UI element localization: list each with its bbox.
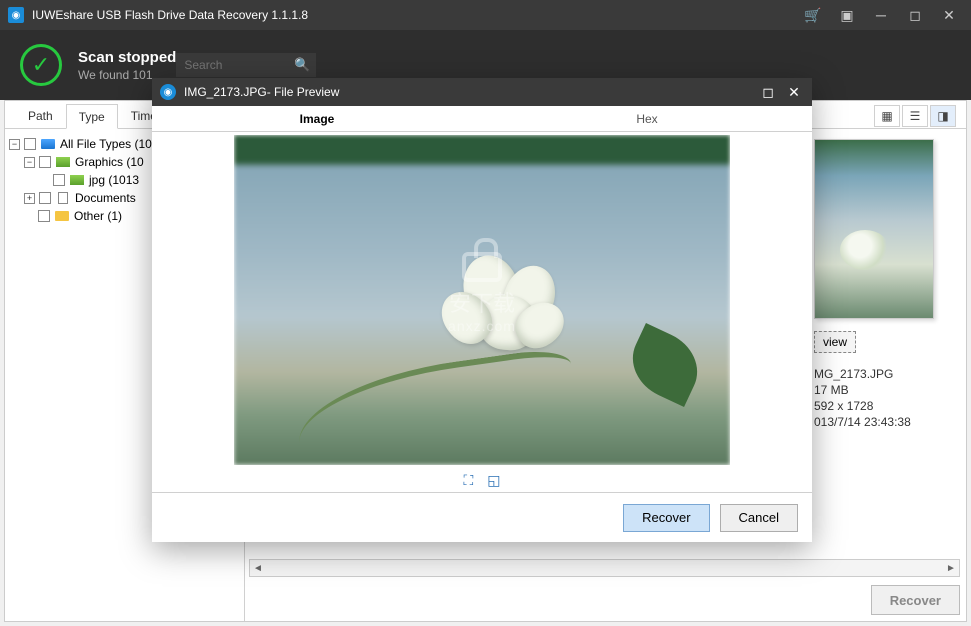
scroll-track[interactable] [266, 561, 943, 575]
dialog-close-button[interactable]: ✕ [784, 84, 804, 101]
dialog-title-bar: ◉ IMG_2173.JPG- File Preview ◻ ✕ [152, 78, 812, 106]
tab-path[interactable]: Path [15, 103, 66, 128]
preview-tabs: Image Hex [152, 106, 812, 132]
detail-filesize: 17 MB [814, 383, 958, 397]
title-bar: ◉ IUWEshare USB Flash Drive Data Recover… [0, 0, 971, 30]
scroll-left-icon[interactable]: ◄ [250, 563, 266, 574]
actual-size-icon[interactable]: ◱ [487, 472, 500, 489]
tree-other-label[interactable]: Other (1) [74, 209, 122, 223]
tab-hex[interactable]: Hex [482, 106, 812, 131]
status-title: Scan stopped [78, 49, 176, 66]
detail-datetime: 013/7/14 23:43:38 [814, 415, 958, 429]
folder-icon [54, 209, 70, 223]
monitor-icon [40, 137, 56, 151]
tree-expand-documents[interactable]: + [24, 193, 35, 204]
view-grid-button[interactable]: ▦ [874, 105, 900, 127]
app-title: IUWEshare USB Flash Drive Data Recovery … [32, 8, 805, 22]
register-icon[interactable]: ▣ [839, 7, 855, 23]
tree-collapse-graphics[interactable]: − [24, 157, 35, 168]
detail-dimensions: 592 x 1728 [814, 399, 958, 413]
horizontal-scrollbar[interactable]: ◄ ► [249, 559, 960, 577]
dialog-cancel-button[interactable]: Cancel [720, 504, 798, 532]
detail-filename: MG_2173.JPG [814, 367, 958, 381]
tree-checkbox-graphics[interactable] [39, 156, 51, 168]
search-wrap: 🔍 [176, 53, 316, 77]
maximize-button[interactable]: ◻ [907, 7, 923, 23]
view-detail-button[interactable]: ◨ [930, 105, 956, 127]
view-list-button[interactable]: ☰ [902, 105, 928, 127]
close-button[interactable]: ✕ [941, 7, 957, 23]
detail-panel: view MG_2173.JPG 17 MB 592 x 1728 013/7/… [806, 129, 966, 571]
preview-toolbar: ⛶ ◱ [152, 468, 812, 492]
tree-checkbox-jpg[interactable] [53, 174, 65, 186]
image-icon [55, 155, 71, 169]
tree-collapse-root[interactable]: − [9, 139, 20, 150]
preview-body: 安下载 anxz.com [152, 132, 812, 468]
tree-checkbox-root[interactable] [24, 138, 36, 150]
tree-checkbox-documents[interactable] [39, 192, 51, 204]
minimize-button[interactable]: ─ [873, 7, 889, 23]
dialog-maximize-button[interactable]: ◻ [758, 84, 778, 101]
dialog-footer: Recover Cancel [152, 492, 812, 542]
document-icon [55, 191, 71, 205]
tree-jpg-label[interactable]: jpg (1013 [89, 173, 139, 187]
image-icon [69, 173, 85, 187]
dialog-recover-button[interactable]: Recover [623, 504, 709, 532]
tree-root-label[interactable]: All File Types (10 [60, 137, 152, 151]
dialog-title: IMG_2173.JPG- File Preview [184, 85, 752, 99]
dialog-app-icon: ◉ [160, 84, 176, 100]
scroll-right-icon[interactable]: ► [943, 563, 959, 574]
view-mode-buttons: ▦ ☰ ◨ [874, 105, 956, 127]
tab-type[interactable]: Type [66, 104, 118, 129]
tree-graphics-label[interactable]: Graphics (10 [75, 155, 144, 169]
preview-image: 安下载 anxz.com [234, 135, 730, 465]
app-icon: ◉ [8, 7, 24, 23]
file-preview-dialog: ◉ IMG_2173.JPG- File Preview ◻ ✕ Image H… [152, 78, 812, 542]
preview-button[interactable]: view [814, 331, 856, 353]
recover-main-button[interactable]: Recover [871, 585, 960, 615]
tab-image[interactable]: Image [152, 106, 482, 131]
status-check-icon: ✓ [20, 44, 62, 86]
tree-checkbox-other[interactable] [38, 210, 50, 222]
detail-thumbnail[interactable] [814, 139, 934, 319]
cart-icon[interactable]: 🛒 [805, 7, 821, 23]
fit-to-window-icon[interactable]: ⛶ [463, 472, 473, 489]
tree-documents-label[interactable]: Documents [75, 191, 136, 205]
search-icon[interactable]: 🔍 [294, 57, 310, 73]
